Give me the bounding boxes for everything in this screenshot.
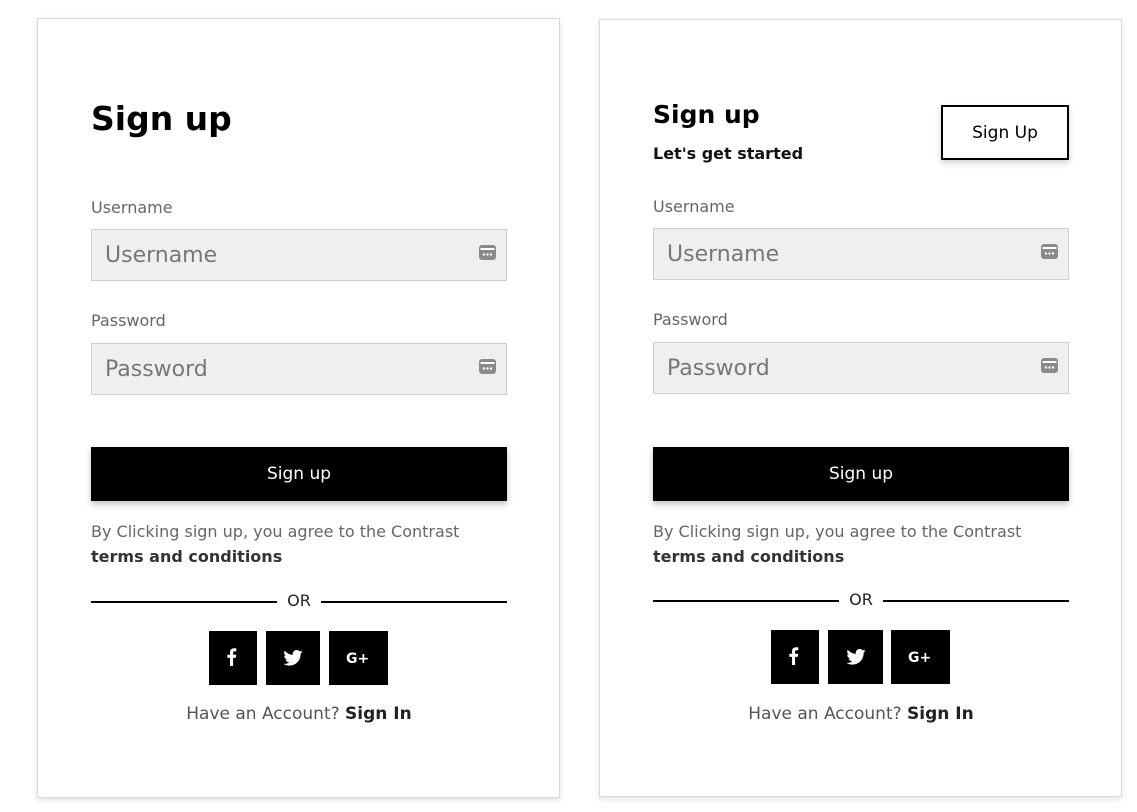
- password-manager-icon[interactable]: [479, 359, 496, 374]
- divider-line-right: [321, 601, 507, 603]
- twitter-icon: [845, 649, 866, 665]
- terms-link[interactable]: terms and conditions: [91, 544, 521, 569]
- google-plus-button[interactable]: G+: [891, 630, 950, 684]
- signin-link[interactable]: Sign In: [907, 704, 974, 724]
- or-divider: OR: [91, 591, 507, 611]
- password-field: [653, 342, 1069, 394]
- divider-line-right: [883, 600, 1069, 602]
- google-plus-icon: G+: [346, 651, 369, 666]
- have-account-text: Have an Account?: [186, 704, 340, 724]
- password-manager-icon[interactable]: [479, 245, 496, 260]
- card-title: Sign up: [653, 100, 760, 129]
- facebook-icon: [227, 648, 237, 666]
- password-field: [91, 343, 507, 395]
- username-label: Username: [91, 198, 173, 217]
- google-plus-icon: G+: [908, 650, 931, 665]
- have-account-line: Have an Account? Sign In: [653, 704, 1069, 724]
- signup-card-simple: Sign up Username Password Sign up By Cli…: [37, 18, 560, 798]
- password-manager-icon[interactable]: [1041, 244, 1058, 259]
- username-field: [91, 229, 507, 281]
- facebook-button[interactable]: [771, 630, 819, 684]
- signup-submit-button[interactable]: Sign up: [653, 447, 1069, 501]
- password-input[interactable]: [92, 344, 506, 394]
- header-signup-button[interactable]: Sign Up: [941, 105, 1069, 160]
- google-plus-button[interactable]: G+: [329, 631, 388, 685]
- facebook-button[interactable]: [209, 631, 257, 685]
- signup-submit-button[interactable]: Sign up: [91, 447, 507, 501]
- card-title: Sign up: [91, 99, 232, 138]
- facebook-icon: [789, 647, 799, 665]
- svg-text:G+: G+: [908, 650, 931, 665]
- agreement-sentence: By Clicking sign up, you agree to the Co…: [91, 522, 460, 541]
- signup-card-with-header-button: Sign up Let's get started Sign Up Userna…: [599, 19, 1122, 797]
- username-label: Username: [653, 197, 735, 216]
- agreement-sentence: By Clicking sign up, you agree to the Co…: [653, 522, 1022, 541]
- password-manager-icon[interactable]: [1041, 358, 1058, 373]
- twitter-button[interactable]: [266, 631, 320, 685]
- or-divider: OR: [653, 590, 1069, 610]
- signin-link[interactable]: Sign In: [345, 704, 412, 724]
- username-field: [653, 228, 1069, 280]
- twitter-icon: [283, 650, 303, 666]
- password-label: Password: [91, 311, 166, 330]
- terms-link[interactable]: terms and conditions: [653, 544, 1083, 569]
- agreement-text: By Clicking sign up, you agree to the Co…: [91, 519, 521, 569]
- agreement-text: By Clicking sign up, you agree to the Co…: [653, 519, 1083, 569]
- username-input[interactable]: [92, 230, 506, 280]
- password-input[interactable]: [654, 343, 1068, 393]
- have-account-text: Have an Account?: [748, 704, 902, 724]
- card-subtitle: Let's get started: [653, 144, 804, 163]
- twitter-button[interactable]: [828, 630, 883, 684]
- username-input[interactable]: [654, 229, 1068, 279]
- svg-text:G+: G+: [346, 651, 369, 666]
- password-label: Password: [653, 310, 728, 329]
- have-account-line: Have an Account? Sign In: [91, 704, 507, 724]
